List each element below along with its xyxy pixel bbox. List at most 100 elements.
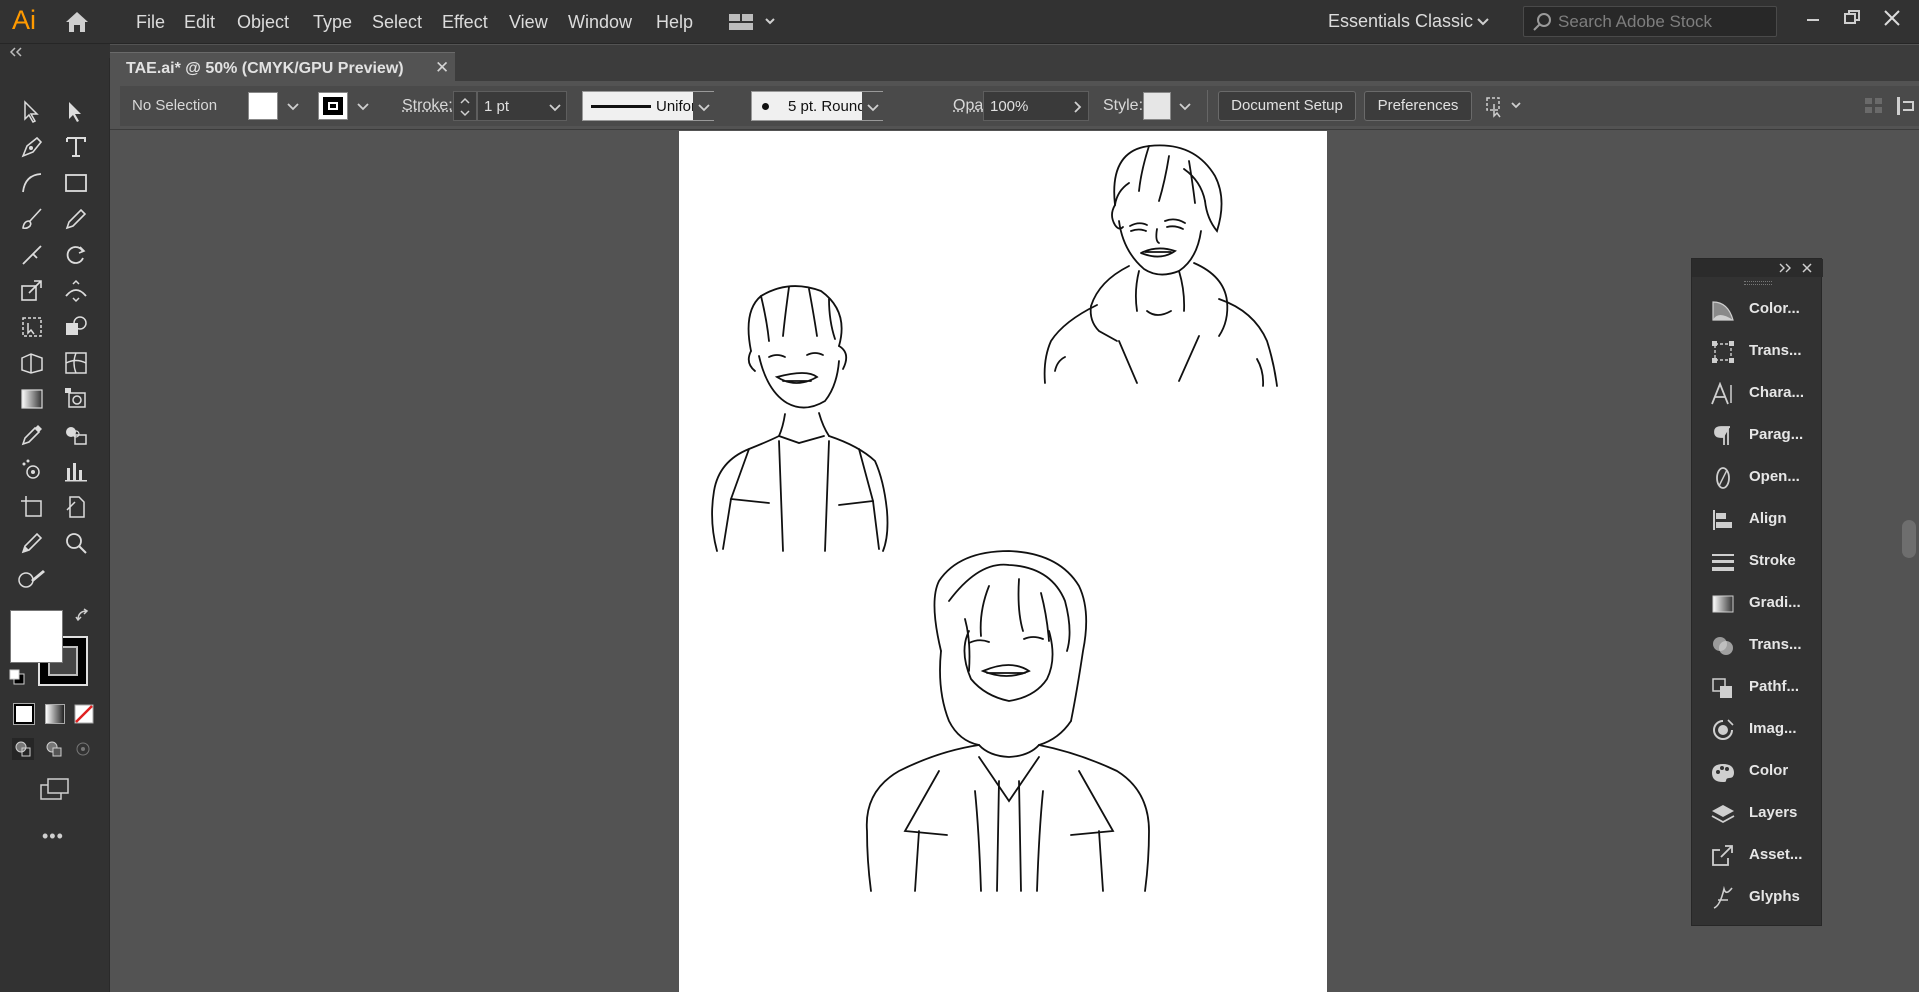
stroke-label[interactable]: Stroke:: [402, 97, 453, 115]
menu-type[interactable]: Type: [313, 12, 352, 33]
arrange-icon[interactable]: [1862, 94, 1886, 118]
screen-mode-icon[interactable]: [38, 776, 72, 802]
selection-tool[interactable]: [14, 94, 50, 128]
shaper-tool[interactable]: [14, 238, 50, 272]
draw-mode-tool[interactable]: [14, 562, 50, 596]
direct-selection-tool[interactable]: [58, 94, 94, 128]
zoom-tool[interactable]: [58, 526, 94, 560]
restore-icon[interactable]: [1842, 8, 1862, 28]
brush-definition[interactable]: 5 pt. Round: [751, 91, 883, 121]
expand-panels-icon[interactable]: [1777, 262, 1793, 274]
eyedropper-tool[interactable]: [14, 418, 50, 452]
mesh-tool[interactable]: [58, 346, 94, 380]
stroke-weight-stepper[interactable]: [453, 91, 477, 121]
close-tab-icon[interactable]: ✕: [435, 58, 449, 78]
panel-image-trace[interactable]: Imag...: [1692, 709, 1823, 749]
home-icon[interactable]: [64, 10, 90, 34]
chevron-down-icon[interactable]: [1178, 99, 1192, 113]
paintbrush-tool[interactable]: [14, 202, 50, 236]
menu-view[interactable]: View: [509, 12, 548, 33]
type-tool[interactable]: [58, 130, 94, 164]
gradient-mode-button[interactable]: [45, 704, 65, 724]
default-fill-stroke-icon[interactable]: [8, 668, 26, 686]
panel-color-guide[interactable]: Color...: [1692, 289, 1823, 329]
free-transform-tool[interactable]: [14, 310, 50, 344]
color-mode-button[interactable]: [13, 703, 35, 725]
menu-window[interactable]: Window: [568, 12, 632, 33]
chevron-down-icon[interactable]: [697, 100, 711, 114]
slice-tool[interactable]: [58, 490, 94, 524]
curvature-tool[interactable]: [14, 166, 50, 200]
menu-select[interactable]: Select: [372, 12, 422, 33]
panel-character[interactable]: Chara...: [1692, 373, 1823, 413]
workspace-switcher[interactable]: Essentials Classic: [1328, 11, 1473, 32]
arrange-documents-icon[interactable]: [727, 11, 777, 33]
fill-color-box[interactable]: [10, 610, 63, 663]
chevron-down-icon[interactable]: [356, 99, 370, 113]
artboard-tool[interactable]: [14, 490, 50, 524]
panel-grip[interactable]: [1744, 281, 1772, 285]
stroke-weight-field[interactable]: 1 pt: [477, 91, 567, 121]
opacity-field[interactable]: 100%: [983, 91, 1089, 121]
search-input[interactable]: [1558, 11, 1768, 33]
preferences-button[interactable]: Preferences: [1364, 91, 1472, 121]
artboard[interactable]: [679, 131, 1327, 992]
draw-inside-icon[interactable]: [72, 738, 94, 760]
panel-transparency[interactable]: Trans...: [1692, 625, 1823, 665]
panel-transform[interactable]: Trans...: [1692, 331, 1823, 371]
rotate-tool[interactable]: [58, 238, 94, 272]
scrollbar-thumb[interactable]: [1902, 520, 1916, 558]
panel-opentype[interactable]: Open...: [1692, 457, 1823, 497]
collapse-chevrons-icon[interactable]: [9, 47, 23, 57]
panel-paragraph[interactable]: Parag...: [1692, 415, 1823, 455]
draw-normal-button[interactable]: [12, 738, 34, 760]
stock-search-box[interactable]: [1523, 6, 1777, 37]
panel-color[interactable]: Color: [1692, 751, 1823, 791]
panel-gradient[interactable]: Gradi...: [1692, 583, 1823, 623]
perspective-grid-tool[interactable]: [14, 346, 50, 380]
chevron-down-icon[interactable]: [1475, 13, 1491, 29]
chevron-down-icon[interactable]: [866, 100, 880, 114]
rectangle-tool[interactable]: [58, 166, 94, 200]
document-setup-button[interactable]: Document Setup: [1218, 91, 1356, 121]
swap-fill-stroke-icon[interactable]: [75, 608, 93, 626]
edit-toolbar-icon[interactable]: •••: [42, 826, 64, 847]
panel-layers[interactable]: Layers: [1692, 793, 1823, 833]
symbol-sprayer-tool[interactable]: [14, 454, 50, 488]
gradient-tool[interactable]: [14, 382, 50, 416]
minimize-icon[interactable]: [1803, 8, 1823, 28]
column-graph-tool[interactable]: [58, 454, 94, 488]
menu-effect[interactable]: Effect: [442, 12, 488, 33]
document-tab[interactable]: TAE.ai* @ 50% (CMYK/GPU Preview) ✕: [110, 52, 455, 82]
pen-tool[interactable]: [14, 130, 50, 164]
panel-stroke[interactable]: Stroke: [1692, 541, 1823, 581]
select-similar-icon[interactable]: [1484, 94, 1524, 118]
menu-help[interactable]: Help: [656, 12, 693, 33]
panel-glyphs[interactable]: Glyphs: [1692, 877, 1823, 917]
vertical-scrollbar[interactable]: [1899, 131, 1919, 992]
eraser-tool[interactable]: [14, 526, 50, 560]
live-paint-bucket-tool[interactable]: [58, 382, 94, 416]
scale-tool[interactable]: [14, 274, 50, 308]
menu-file[interactable]: File: [136, 12, 165, 33]
panel-align[interactable]: Align: [1692, 499, 1823, 539]
menu-edit[interactable]: Edit: [184, 12, 215, 33]
close-panel-icon[interactable]: [1800, 261, 1814, 275]
width-tool[interactable]: [58, 274, 94, 308]
blend-tool[interactable]: [58, 418, 94, 452]
draw-behind-icon[interactable]: [43, 738, 65, 760]
variable-width-profile[interactable]: Uniform: [582, 91, 714, 121]
graphic-style-swatch[interactable]: [1143, 92, 1171, 120]
stroke-swatch[interactable]: [318, 92, 348, 120]
panel-asset-export[interactable]: Asset...: [1692, 835, 1823, 875]
chevron-right-icon[interactable]: [1070, 100, 1084, 114]
panel-menu-icon[interactable]: [1894, 94, 1918, 118]
close-window-icon[interactable]: [1881, 7, 1903, 29]
none-mode-icon[interactable]: [74, 704, 94, 724]
pencil-tool[interactable]: [58, 202, 94, 236]
panel-header[interactable]: [1692, 259, 1823, 277]
shape-builder-tool[interactable]: [58, 310, 94, 344]
chevron-down-icon[interactable]: [286, 99, 300, 113]
chevron-down-icon[interactable]: [548, 100, 562, 114]
menu-object[interactable]: Object: [237, 12, 289, 33]
